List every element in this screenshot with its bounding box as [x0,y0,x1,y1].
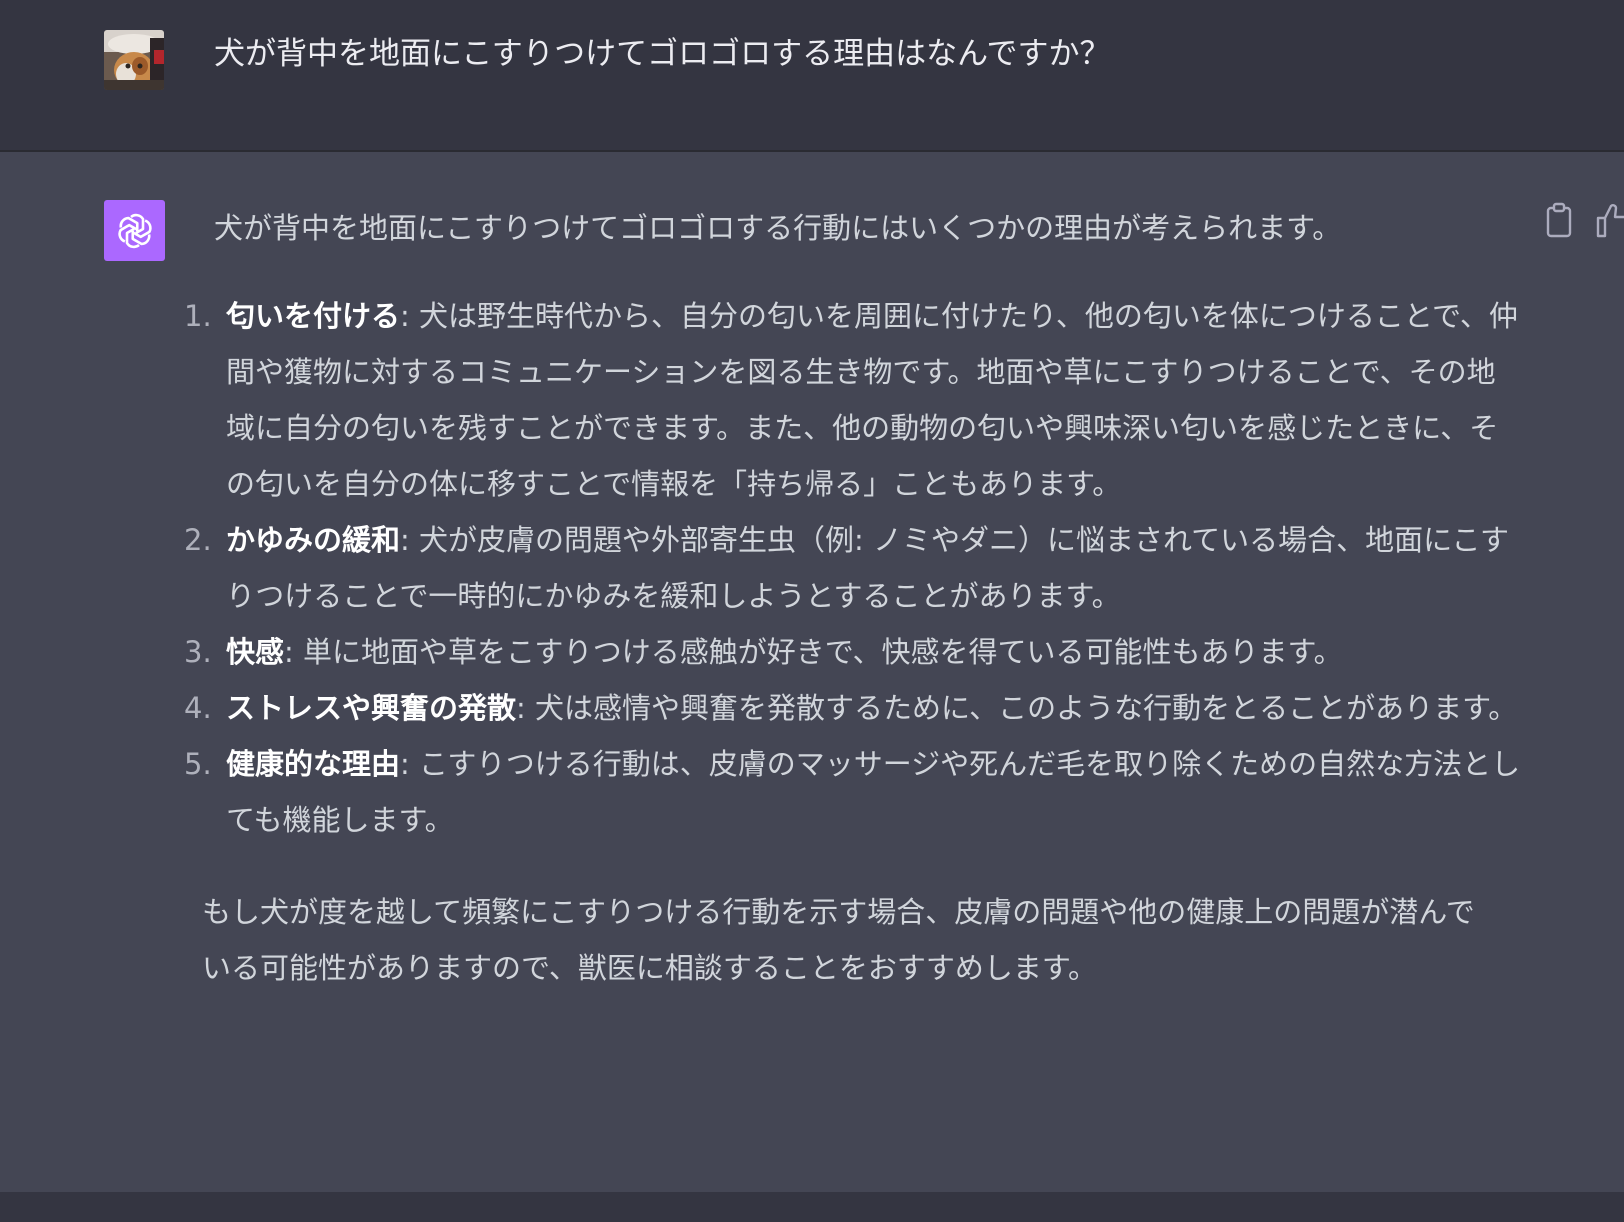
list-item-number: 2. [184,523,212,557]
list-item: 5. 健康的な理由: こすりつける行動は、皮膚のマッサージや死んだ毛を取り除くため… [184,736,1524,848]
answer-closing: もし犬が度を越して頻繁にこすりつける行動を示す場合、皮膚の問題や他の健康上の問題… [202,895,1475,985]
list-item: 4. ストレスや興奮の発散: 犬は感情や興奮を発散するために、このような行動をとる… [184,680,1524,736]
chat-page: 犬が背中を地面にこすりつけてゴロゴロする理由はなんですか？ 犬が背中を地面にこす… [0,0,1624,1222]
list-item-text: : 犬は野生時代から、自分の匂いを周囲に付けたり、他の匂いを体につけることで、仲… [226,299,1518,501]
answer-intro: 犬が背中を地面にこすりつけてゴロゴロする行動にはいくつかの理由が考えられます。 [214,211,1342,245]
list-item-number: 5. [184,747,212,781]
list-item-title: 匂いを付ける [226,299,401,333]
user-avatar [104,30,164,90]
list-item: 3. 快感: 単に地面や草をこすりつける感触が好きで、快感を得ている可能性もありま… [184,624,1524,680]
list-item-title: ストレスや興奮の発散 [226,691,517,725]
copy-button[interactable] [1545,202,1573,238]
list-item-number: 4. [184,691,212,725]
user-question: 犬が背中を地面にこすりつけてゴロゴロする理由はなんですか？ [214,36,1111,72]
list-item-title: 健康的な理由 [226,747,401,781]
list-item-text: : 単に地面や草をこすりつける感触が好きで、快感を得ている可能性もあります。 [284,635,1343,669]
thumbs-up-icon [1596,204,1624,238]
cat-photo-avatar [104,30,164,90]
list-item: 2. かゆみの緩和: 犬が皮膚の問題や外部寄生虫（例: ノミやダニ）に悩まされてい… [184,512,1524,624]
list-item-title: かゆみの緩和 [226,523,401,557]
thumbs-up-button[interactable] [1596,202,1624,238]
reasons-list: 1. 匂いを付ける: 犬は野生時代から、自分の匂いを周囲に付けたり、他の匂いを体に… [184,288,1524,848]
user-message-row: 犬が背中を地面にこすりつけてゴロゴロする理由はなんですか？ [0,0,1624,152]
list-item-text: : 犬が皮膚の問題や外部寄生虫（例: ノミやダニ）に悩まされている場合、地面にこ… [226,523,1509,613]
list-item-text: : 犬は感情や興奮を発散するために、このような行動をとることがあります。 [516,691,1518,725]
clipboard-icon [1546,202,1572,238]
list-item: 1. 匂いを付ける: 犬は野生時代から、自分の匂いを周囲に付けたり、他の匂いを体に… [184,288,1524,512]
list-item-text: : こすりつける行動は、皮膚のマッサージや死んだ毛を取り除くための自然な方法とし… [226,747,1521,837]
list-item-number: 3. [184,635,212,669]
bottom-strip [0,1192,1624,1222]
assistant-answer: 犬が背中を地面にこすりつけてゴロゴロする行動にはいくつかの理由が考えられます。 … [184,200,1524,996]
assistant-message-row: 犬が背中を地面にこすりつけてゴロゴロする行動にはいくつかの理由が考えられます。 … [0,152,1624,1192]
openai-logo-icon [117,213,152,248]
list-item-number: 1. [184,299,212,333]
assistant-avatar [104,200,165,261]
list-item-title: 快感 [226,635,285,669]
